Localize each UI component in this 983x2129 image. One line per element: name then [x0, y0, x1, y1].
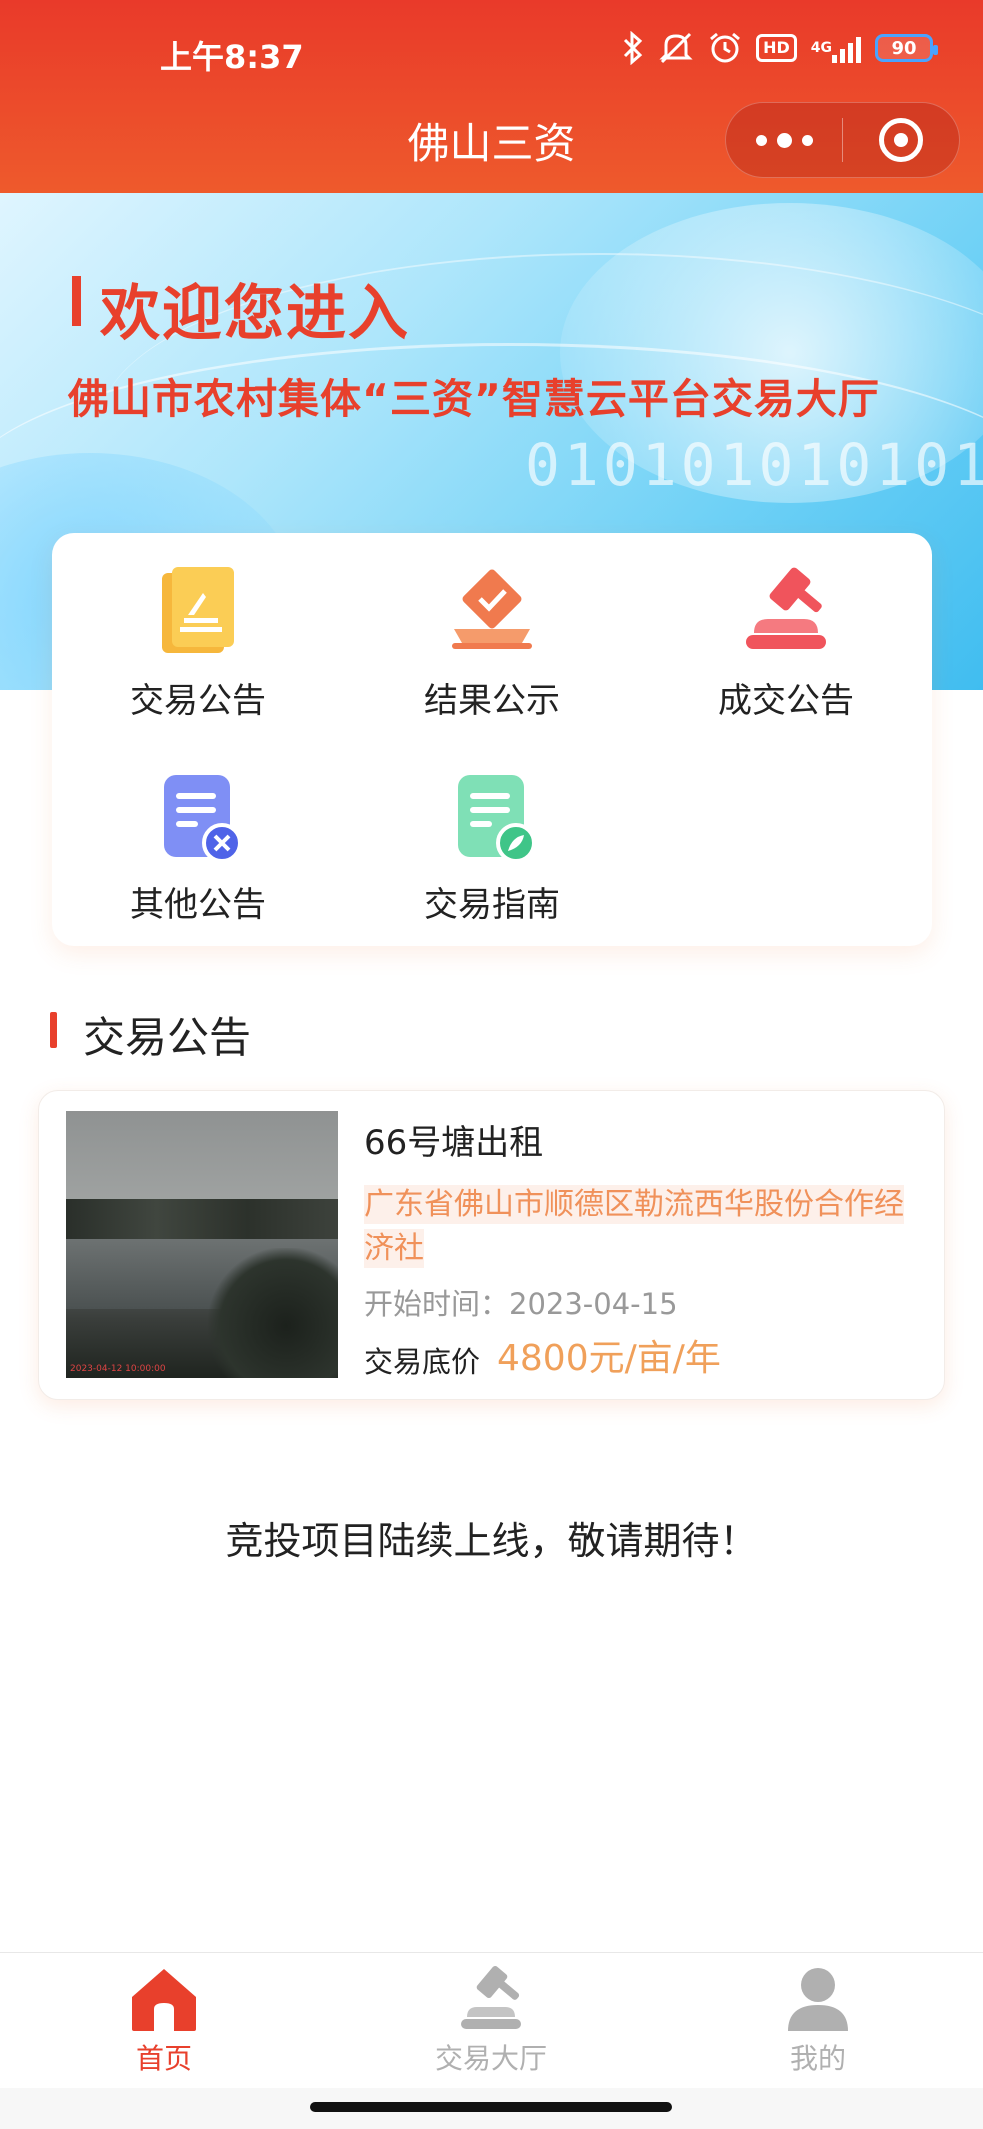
menu-label: 其他公告	[130, 885, 266, 925]
more-dot-icon	[801, 134, 813, 146]
tab-label: 交易大厅	[434, 2042, 547, 2075]
tab-label: 首页	[135, 2042, 192, 2075]
mute-icon	[658, 30, 694, 66]
listing-photo: 2023-04-12 10:00:00	[66, 1111, 338, 1378]
hd-icon: HD	[756, 34, 797, 62]
listing-title: 66号塘出租	[364, 1123, 544, 1163]
signal-icon: 4G	[811, 30, 861, 66]
status-bar: 上午8:37 HD 4G 90	[0, 0, 983, 110]
alarm-icon	[708, 30, 742, 66]
menu-deal-announcement[interactable]: 成交公告	[640, 563, 932, 733]
banner-subtitle: 佛山市农村集体“三资”智慧云平台交易大厅	[68, 375, 880, 423]
more-button[interactable]	[726, 102, 842, 178]
menu-label: 成交公告	[718, 681, 854, 721]
section-accent-bar	[50, 1012, 57, 1048]
menu-trade-announcement[interactable]: 交易公告	[52, 563, 344, 733]
status-icons: HD 4G 90	[622, 30, 938, 66]
coming-soon-notice: 竞投项目陆续上线，敬请期待！	[225, 1519, 758, 1563]
listing-card[interactable]: 2023-04-12 10:00:00 66号塘出租 广东省佛山市顺德区勒流西华…	[38, 1090, 945, 1400]
menu-other-announcement[interactable]: 其他公告	[52, 767, 344, 937]
listing-price: 4800元/亩/年	[497, 1338, 721, 1379]
banner-accent-bar	[72, 276, 81, 326]
menu-label: 交易指南	[424, 885, 560, 925]
target-icon	[878, 118, 923, 162]
photo-trees	[66, 1199, 338, 1239]
bluetooth-icon	[622, 30, 644, 66]
photo-bush	[208, 1248, 338, 1378]
menu-result-publicity[interactable]: 结果公示	[346, 563, 638, 733]
auction-hall-icon	[455, 1963, 527, 2033]
banner-welcome: 欢迎您进入	[100, 279, 410, 349]
listing-price-label: 交易底价	[364, 1345, 481, 1379]
quick-menu: 交易公告 结果公示 成交公告 其他公告 交易指南	[52, 533, 932, 946]
status-time: 上午8:37	[160, 38, 304, 76]
user-icon	[782, 1963, 854, 2033]
banner-binary: 0101010101010	[525, 431, 983, 499]
listing-organization-text: 广东省佛山市顺德区勒流西华股份合作经济社	[364, 1185, 904, 1268]
close-miniprogram-button[interactable]	[843, 102, 959, 178]
doc-cancel-icon	[148, 767, 248, 867]
network-label: 4G	[810, 40, 832, 56]
announcement-icon	[148, 563, 248, 663]
doc-guide-icon	[442, 767, 542, 867]
listing-organization: 广东省佛山市顺德区勒流西华股份合作经济社	[364, 1183, 924, 1271]
tab-label: 我的	[789, 2042, 846, 2075]
menu-label: 结果公示	[424, 681, 560, 721]
miniprogram-capsule	[725, 102, 960, 178]
listing-start-time: 开始时间：2023-04-15	[364, 1287, 678, 1321]
tab-bar: 首页 交易大厅 我的	[0, 1952, 983, 2088]
tab-home[interactable]: 首页	[64, 1963, 264, 2083]
photo-timestamp: 2023-04-12 10:00:00	[70, 1364, 166, 1374]
home-indicator[interactable]	[310, 2102, 672, 2112]
tab-mine[interactable]: 我的	[718, 1963, 918, 2083]
vote-box-icon	[442, 563, 542, 663]
more-dot-icon	[755, 134, 767, 146]
section-title: 交易公告	[83, 1013, 252, 1062]
signal-bars	[832, 33, 861, 63]
home-icon	[128, 1963, 200, 2033]
menu-label: 交易公告	[130, 681, 266, 721]
gavel-icon	[736, 563, 836, 663]
top-header: 上午8:37 HD 4G 90 佛山三资	[0, 0, 983, 193]
battery-icon: 90	[875, 34, 938, 62]
menu-trade-guide[interactable]: 交易指南	[346, 767, 638, 937]
tab-trading-hall[interactable]: 交易大厅	[391, 1963, 591, 2083]
more-dot-icon	[776, 132, 792, 148]
